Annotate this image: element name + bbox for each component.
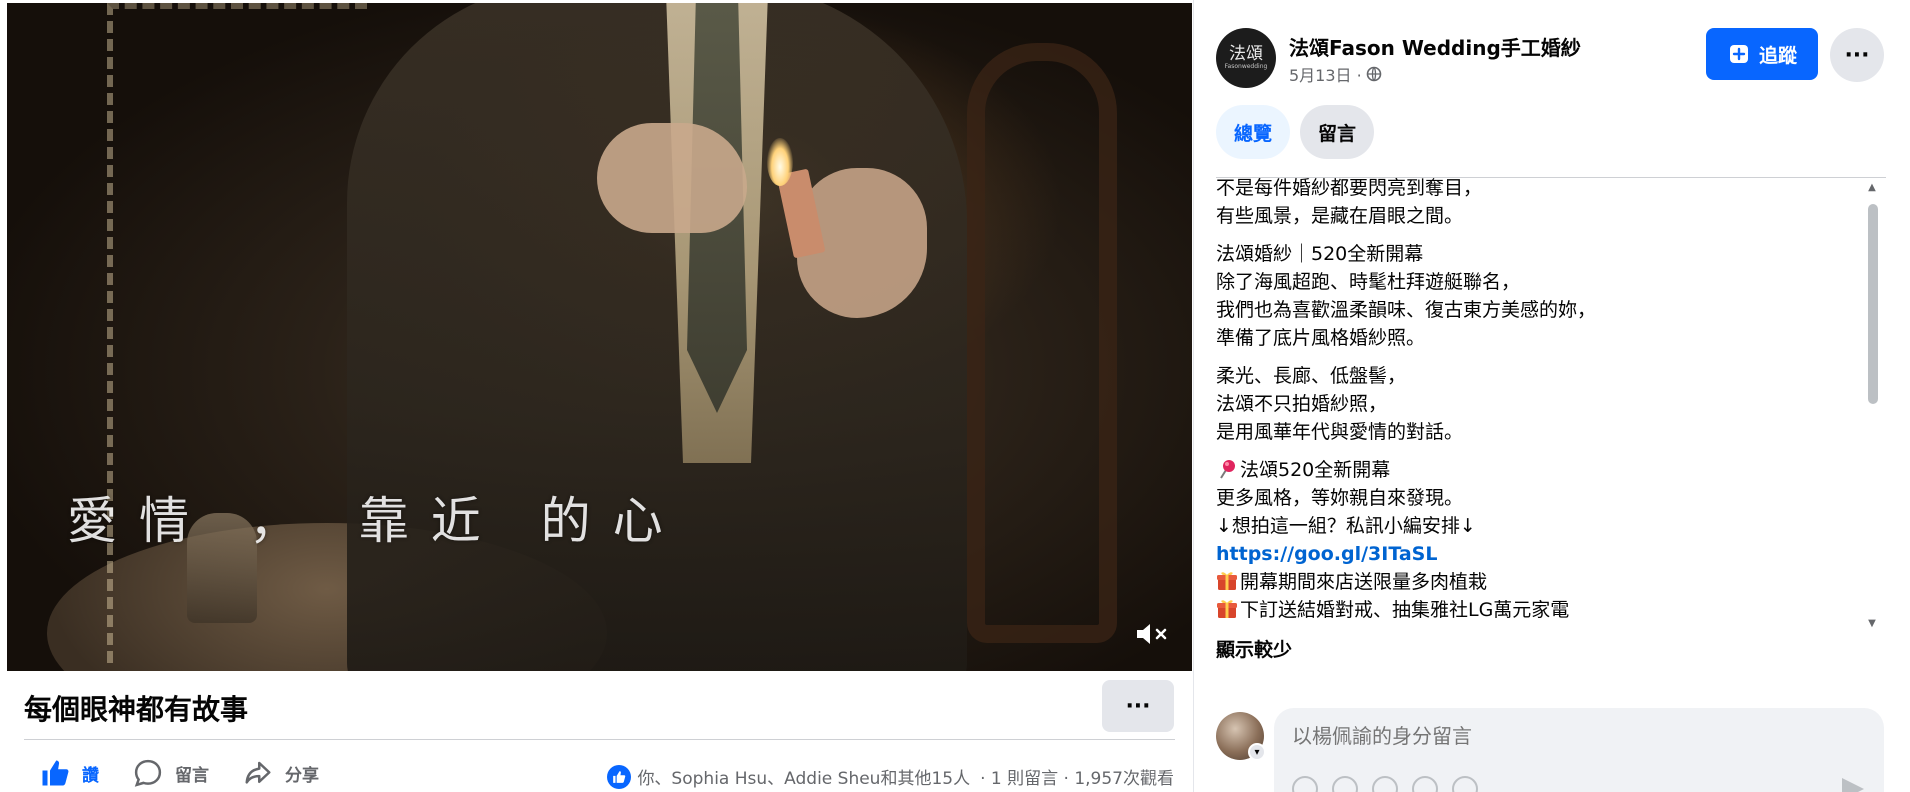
page-name[interactable]: 法頌Fason Wedding手工婚紗 <box>1289 32 1581 61</box>
emoji-icon[interactable] <box>1332 776 1358 792</box>
post-promo: 法頌520全新開幕 更多風格，等妳親自來發現。 ↓想拍這一組？私訊小編安排↓ h… <box>1216 456 1856 624</box>
gift-line-2: 下訂送結婚對戒、抽集雅社LG萬元家電 <box>1240 599 1570 621</box>
comment-input[interactable] <box>1292 722 1852 750</box>
sticker-icon[interactable] <box>1452 776 1478 792</box>
post-line: 法頌婚紗｜520全新開幕 <box>1216 243 1424 265</box>
post-line: 有些風景，是藏在眉眼之間。 <box>1216 205 1464 227</box>
post-paragraph: 不是每件婚紗都要閃亮到奪目， 有些風景，是藏在眉眼之間。 <box>1216 174 1856 230</box>
video-more-button[interactable]: ··· <box>1102 680 1174 732</box>
camera-icon[interactable] <box>1372 776 1398 792</box>
share-arrow-icon <box>243 758 273 788</box>
share-label: 分享 <box>285 765 319 786</box>
tab-comments[interactable]: 留言 <box>1300 105 1375 159</box>
send-icon[interactable] <box>1842 778 1864 792</box>
video-frame-chair <box>967 43 1117 643</box>
post-line: 除了海風超跑、時髦杜拜遊艇聯名， <box>1216 271 1521 293</box>
scroll-down-arrow-icon[interactable]: ▼ <box>1866 618 1878 630</box>
video-frame-jacket <box>347 3 967 671</box>
comment-button[interactable]: 留言 <box>133 758 209 788</box>
like-label: 讚 <box>82 765 99 786</box>
post-line: 不是每件婚紗都要閃亮到奪目， <box>1216 177 1483 199</box>
post-line: 更多風格，等妳親自來發現。 <box>1216 487 1464 509</box>
promo-title: 法頌520全新開幕 <box>1240 459 1391 481</box>
avatar-sticker-icon[interactable] <box>1292 776 1318 792</box>
post-line: 我們也為喜歡溫柔韻味、復古東方美感的妳， <box>1216 299 1597 321</box>
mute-button[interactable] <box>1134 619 1170 649</box>
follow-label: 追蹤 <box>1758 44 1797 67</box>
comment-composer[interactable] <box>1274 708 1884 792</box>
pushpin-icon <box>1220 460 1235 479</box>
post-line: 下訂送結婚對戒、抽集雅社LG萬元家電 <box>1216 596 1856 624</box>
video-frame-flame <box>767 138 793 186</box>
video-title: 每個眼神都有故事 <box>24 693 249 726</box>
reactions-summary[interactable]: 你、Sophia Hsu、Addie Sheu和其他15人 · 1 則留言 · … <box>607 764 1174 789</box>
panel-separator <box>1193 0 1194 792</box>
chevron-down-icon[interactable]: ▾ <box>1248 743 1266 761</box>
post-viewer: 愛情 ， 靠近 的心 每個眼神都有故事 ··· 讚 留言 分享 你、Sophia… <box>0 0 1910 792</box>
comment-tools <box>1292 776 1478 792</box>
like-reaction-icon <box>607 764 632 789</box>
post-line: 法頌不只拍婚紗照， <box>1216 393 1388 415</box>
post-more-button[interactable]: ··· <box>1830 28 1884 82</box>
gift-icon <box>1217 600 1237 618</box>
more-dots-icon: ··· <box>1125 693 1151 719</box>
video-frame-hand <box>597 123 747 233</box>
post-line: ↓想拍這一組？私訊小編安排↓ <box>1216 515 1476 537</box>
post-tabs: 總覽 留言 <box>1216 105 1375 159</box>
divider <box>24 739 1175 740</box>
more-dots-icon: ··· <box>1844 42 1870 68</box>
promo-link[interactable]: https://goo.gl/3ITaSL <box>1216 543 1437 565</box>
show-less-link[interactable]: 顯示較少 <box>1216 635 1292 662</box>
post-meta: 5月13日 · <box>1289 62 1382 86</box>
post-line: 準備了底片風格婚紗照。 <box>1216 327 1426 349</box>
share-button[interactable]: 分享 <box>243 758 319 788</box>
post-line: 是用風華年代與愛情的對話。 <box>1216 421 1464 443</box>
scroll-thumb[interactable] <box>1868 204 1878 404</box>
action-bar: 讚 留言 分享 <box>40 758 353 788</box>
post-paragraph: 柔光、長廊、低盤髻， 法頌不只拍婚紗照， 是用風華年代與愛情的對話。 <box>1216 362 1856 446</box>
page-logo-text: 法頌 <box>1229 44 1263 64</box>
video-player[interactable]: 愛情 ， 靠近 的心 <box>7 3 1192 671</box>
gift-icon <box>1217 572 1237 590</box>
post-date[interactable]: 5月13日 · <box>1289 62 1362 86</box>
gift-line-1: 開幕期間來店送限量多肉植栽 <box>1240 571 1488 593</box>
globe-icon <box>1366 66 1382 82</box>
post-link: https://goo.gl/3ITaSL <box>1216 540 1856 568</box>
post-text: 不是每件婚紗都要閃亮到奪目， 有些風景，是藏在眉眼之間。 法頌婚紗｜520全新開… <box>1216 174 1856 628</box>
post-stats[interactable]: · 1 則留言 · 1,957次觀看 <box>980 764 1174 789</box>
page-avatar[interactable]: 法頌 Fasonwedding <box>1216 28 1276 88</box>
post-line: 柔光、長廊、低盤髻， <box>1216 365 1407 387</box>
page-logo-subtext: Fasonwedding <box>1224 63 1268 70</box>
post-line: 開幕期間來店送限量多肉植栽 <box>1216 568 1856 596</box>
comment-label: 留言 <box>175 765 209 786</box>
follow-add-icon <box>1729 45 1748 63</box>
like-button[interactable]: 讚 <box>40 758 99 788</box>
tab-overview[interactable]: 總覽 <box>1216 105 1291 159</box>
volume-muted-icon <box>1137 624 1167 644</box>
video-subtitle: 愛情 ， 靠近 的心 <box>67 492 685 550</box>
comment-bubble-icon <box>133 758 163 788</box>
gif-icon[interactable] <box>1412 776 1438 792</box>
thumbs-up-icon <box>40 758 70 788</box>
post-line: 法頌520全新開幕 <box>1216 456 1856 484</box>
reactors-list[interactable]: 你、Sophia Hsu、Addie Sheu和其他15人 <box>637 764 970 789</box>
follow-button[interactable]: 追蹤 <box>1706 28 1818 80</box>
post-scrollbar[interactable]: ▲ ▼ <box>1866 182 1878 630</box>
post-paragraph: 法頌婚紗｜520全新開幕 除了海風超跑、時髦杜拜遊艇聯名， 我們也為喜歡溫柔韻味… <box>1216 240 1856 352</box>
scroll-up-arrow-icon[interactable]: ▲ <box>1866 182 1878 194</box>
